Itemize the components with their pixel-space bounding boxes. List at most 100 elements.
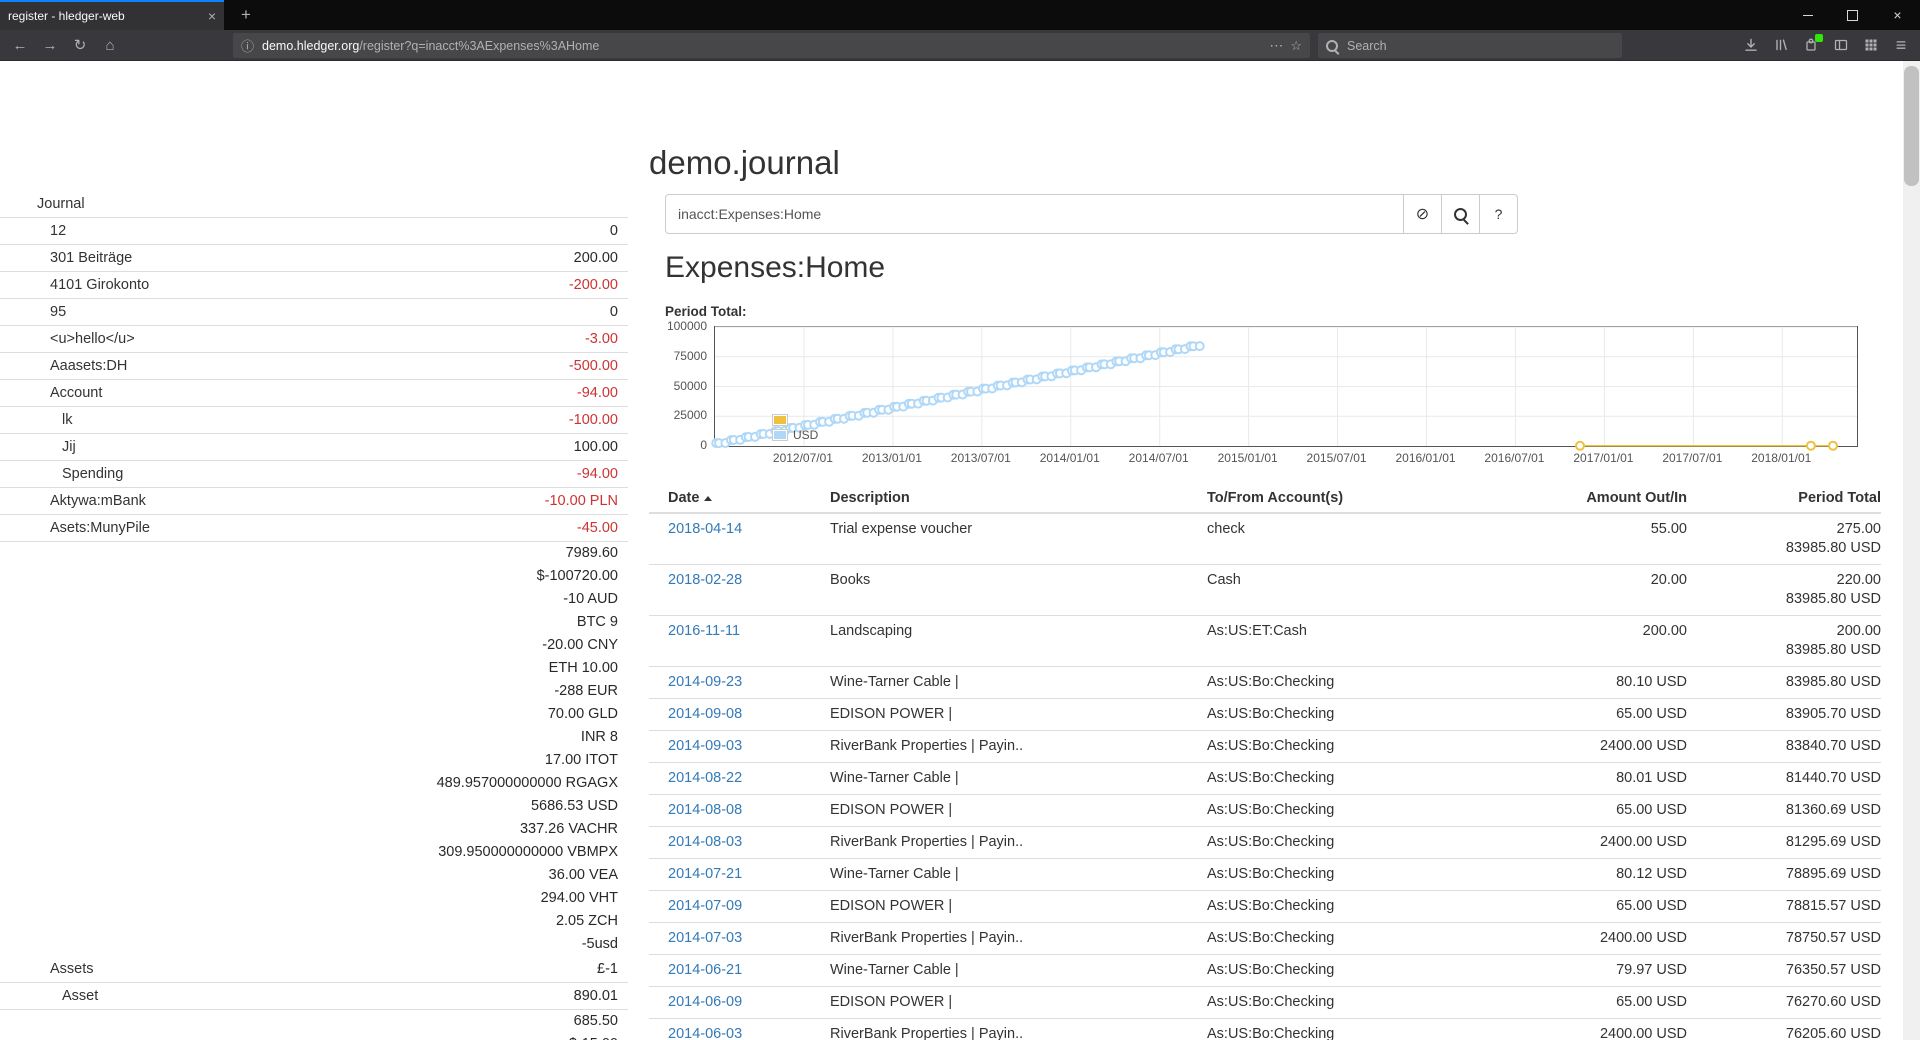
new-tab-button[interactable]: + xyxy=(232,0,260,30)
query-input[interactable] xyxy=(665,194,1404,234)
page-scrollbar[interactable] xyxy=(1903,61,1920,1040)
account-balance: -500.00 xyxy=(569,353,618,379)
transaction-date-link[interactable]: 2018-02-28 xyxy=(668,572,742,588)
transaction-date-link[interactable]: 2014-07-03 xyxy=(668,930,742,946)
help-button[interactable]: ? xyxy=(1480,194,1518,234)
close-button[interactable]: × xyxy=(1875,0,1920,30)
browser-tab[interactable]: register - hledger-web × xyxy=(0,0,224,30)
browser-search-input[interactable] xyxy=(1345,38,1614,54)
register-total-cell: 78895.69 USD xyxy=(1687,859,1881,891)
register-description-cell: RiverBank Properties | Payin.. xyxy=(830,731,1207,763)
account-link[interactable]: Aktywa:mBank xyxy=(0,488,545,514)
transaction-date-link[interactable]: 2014-08-08 xyxy=(668,802,742,818)
account-balance: $-100720.00 xyxy=(537,565,618,588)
register-account-cell: As:US:Bo:Checking xyxy=(1207,987,1487,1019)
register-amount-cell: 80.12 USD xyxy=(1487,859,1687,891)
column-header-period-total[interactable]: Period Total xyxy=(1687,484,1881,513)
url-bar[interactable]: ⓘ demo.hledger.org/register?q=inacct%3AE… xyxy=(233,33,1310,58)
clear-query-button[interactable]: ⊘ xyxy=(1404,194,1442,234)
sidebar-row: 2.05 ZCH xyxy=(0,910,628,933)
account-link[interactable]: Jij xyxy=(0,434,574,460)
column-header-label: Description xyxy=(830,490,910,506)
back-button[interactable]: ← xyxy=(6,30,34,60)
account-link[interactable]: Account xyxy=(0,380,577,406)
register-total-cell: 78815.57 USD xyxy=(1687,891,1881,923)
account-link[interactable]: Spending xyxy=(0,461,577,487)
account-link[interactable]: Aaasets:DH xyxy=(0,353,569,379)
transaction-date-link[interactable]: 2014-08-22 xyxy=(668,770,742,786)
account-link[interactable]: lk xyxy=(0,407,569,433)
register-description-cell: EDISON POWER | xyxy=(830,795,1207,827)
reload-button[interactable]: ↻ xyxy=(66,30,94,60)
column-header-to-from-account-s-[interactable]: To/From Account(s) xyxy=(1207,484,1487,513)
register-body: 2018-04-14Trial expense vouchercheck55.0… xyxy=(649,513,1881,1040)
account-link[interactable]: <u>hello</u> xyxy=(0,326,585,352)
period-total-line: 76205.60 USD xyxy=(1687,1025,1881,1040)
home-button[interactable]: ⌂ xyxy=(96,30,124,60)
column-header-amount-out-in[interactable]: Amount Out/In xyxy=(1487,484,1687,513)
transaction-date-link[interactable]: 2014-07-21 xyxy=(668,866,742,882)
y-axis-tick-label: 25000 xyxy=(665,408,707,422)
bookmark-star-icon[interactable]: ☆ xyxy=(1290,38,1302,54)
transaction-date-link[interactable]: 2014-09-08 xyxy=(668,706,742,722)
search-submit-button[interactable] xyxy=(1442,194,1480,234)
register-amount-cell: 2400.00 USD xyxy=(1487,923,1687,955)
account-balance: 309.950000000000 VBMPX xyxy=(438,841,618,864)
column-header-description[interactable]: Description xyxy=(830,484,1207,513)
account-balance: -20.00 CNY xyxy=(542,634,618,657)
transaction-date-link[interactable]: 2014-06-09 xyxy=(668,994,742,1010)
register-header-row: DateDescription To/From Account(s) Amount … xyxy=(649,484,1881,513)
account-balance: -94.00 xyxy=(577,380,618,406)
library-button[interactable] xyxy=(1766,30,1796,60)
register-account-cell: As:US:Bo:Checking xyxy=(1207,699,1487,731)
period-total-line: 81295.69 USD xyxy=(1687,833,1881,852)
register-date-cell: 2014-06-03 xyxy=(649,1019,830,1040)
register-row: 2014-07-21Wine-Tarner Cable |As:US:Bo:Ch… xyxy=(649,859,1881,891)
sort-ascending-icon xyxy=(704,496,712,501)
account-link[interactable]: Assets xyxy=(0,956,597,982)
register-total-cell: 76350.57 USD xyxy=(1687,955,1881,987)
chart-plot-area: USD xyxy=(714,326,1858,447)
download-button[interactable] xyxy=(1736,30,1766,60)
scrollbar-thumb[interactable] xyxy=(1904,66,1919,186)
transaction-date-link[interactable]: 2014-07-09 xyxy=(668,898,742,914)
minimize-button[interactable] xyxy=(1785,0,1830,30)
sidebar-heading-journal[interactable]: Journal xyxy=(0,191,628,217)
account-link[interactable]: Asset xyxy=(0,983,574,1009)
register-date-cell: 2014-08-22 xyxy=(649,763,830,795)
extension-button[interactable] xyxy=(1796,30,1826,60)
sidebar-toggle-button[interactable] xyxy=(1826,30,1856,60)
transaction-date-link[interactable]: 2016-11-11 xyxy=(668,623,740,639)
library-icon xyxy=(1773,37,1789,53)
forward-button[interactable]: → xyxy=(36,30,64,60)
sidebar-rows: 120301 Beiträge200.004101 Girokonto-200.… xyxy=(0,217,628,1040)
account-balance: -10.00 PLN xyxy=(545,488,618,514)
menu-button[interactable]: ≡ xyxy=(1886,30,1916,60)
period-total-line: 78815.57 USD xyxy=(1687,897,1881,916)
transaction-date-link[interactable]: 2018-04-14 xyxy=(668,521,742,537)
account-link[interactable]: Asets:MunyPile xyxy=(0,515,577,541)
tab-close-icon[interactable]: × xyxy=(208,8,216,24)
site-info-icon[interactable]: ⓘ xyxy=(241,36,254,55)
transaction-date-link[interactable]: 2014-09-23 xyxy=(668,674,742,690)
url-path: /register?q=inacct%3AExpenses%3AHome xyxy=(359,39,599,53)
maximize-button[interactable] xyxy=(1830,0,1875,30)
transaction-date-link[interactable]: 2014-09-03 xyxy=(668,738,742,754)
browser-search-bar[interactable] xyxy=(1318,33,1622,58)
transaction-date-link[interactable]: 2014-06-21 xyxy=(668,962,742,978)
account-link[interactable]: 95 xyxy=(0,299,610,325)
column-header-label: Amount Out/In xyxy=(1586,490,1687,506)
account-link[interactable]: 4101 Girokonto xyxy=(0,272,569,298)
column-header-date[interactable]: Date xyxy=(649,484,830,513)
account-link[interactable]: 301 Beiträge xyxy=(0,245,574,271)
page-actions-icon[interactable]: ⋯ xyxy=(1269,37,1283,54)
account-balance: 890.01 xyxy=(574,983,618,1009)
account-link[interactable]: 12 xyxy=(0,218,610,244)
register-description-cell: Trial expense voucher xyxy=(830,513,1207,565)
window-titlebar: register - hledger-web × + × xyxy=(0,0,1920,30)
grid-button[interactable] xyxy=(1856,30,1886,60)
x-axis-tick-label: 2013/07/01 xyxy=(951,451,1011,465)
transaction-date-link[interactable]: 2014-08-03 xyxy=(668,834,742,850)
transaction-date-link[interactable]: 2014-06-03 xyxy=(668,1026,742,1040)
account-balance: 0 xyxy=(610,299,618,325)
